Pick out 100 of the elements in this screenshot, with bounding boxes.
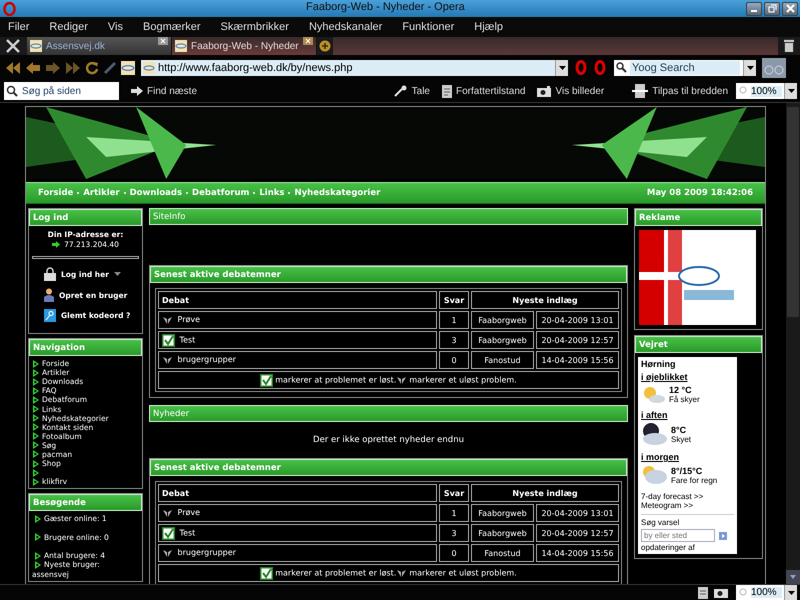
- close-icon[interactable]: [303, 37, 313, 45]
- table-cell: Fanostud: [471, 351, 534, 369]
- table-cell: Faaborgweb: [471, 524, 534, 542]
- arrow-icon: [52, 241, 60, 248]
- menu-item[interactable]: Bogmærker: [143, 21, 200, 33]
- scroll-down-icon[interactable]: [786, 570, 800, 584]
- checkmark-icon: [260, 374, 274, 386]
- menu-item[interactable]: Skærmbrikker: [220, 21, 289, 33]
- weather-description: Skyet: [671, 434, 692, 444]
- temperature: 8°C: [671, 424, 688, 434]
- topic-cell[interactable]: brugergrupper: [158, 544, 437, 562]
- search-icon: [6, 85, 18, 97]
- go-icon[interactable]: [719, 532, 727, 540]
- restore-icon: [768, 4, 776, 13]
- topic-cell[interactable]: Prøve: [158, 311, 437, 329]
- forward-icon[interactable]: [45, 60, 61, 74]
- reload-icon[interactable]: [85, 60, 99, 74]
- legend-text: markerer at problemet er løst.: [275, 375, 396, 384]
- caret-icon: [114, 272, 121, 276]
- table-cell: 14-04-2009 15:56: [536, 544, 619, 562]
- fit-width-icon: [632, 84, 648, 98]
- wand-icon[interactable]: [103, 60, 117, 74]
- menu-item[interactable]: Nyhedskanaler: [308, 21, 382, 33]
- browser-tab[interactable]: Faaborg-Web - Nyheder: [172, 37, 317, 55]
- browser-tab[interactable]: Assensvej.dk: [27, 37, 172, 55]
- favicon-icon: [30, 40, 42, 52]
- table-cell: 3: [439, 524, 469, 542]
- panel-header: SiteInfo: [149, 208, 628, 225]
- table-cell: 0: [439, 544, 469, 562]
- table-cell: 14-04-2009 15:56: [536, 351, 619, 369]
- toolbar-button[interactable]: Vis billeder: [531, 86, 610, 96]
- search-field[interactable]: Yoog Search: [614, 60, 756, 76]
- temperature: 12 °C: [669, 384, 693, 394]
- favicon-icon: [175, 40, 187, 52]
- minimize-button[interactable]: [746, 2, 762, 16]
- panel-header: Navigation: [29, 339, 142, 356]
- menu-item[interactable]: Vis: [108, 21, 124, 33]
- sun-cloud-icon: [641, 464, 667, 486]
- topic-cell[interactable]: Test: [158, 524, 437, 542]
- column-header: Debat: [158, 484, 437, 502]
- menu-item[interactable]: Rediger: [49, 21, 88, 33]
- tools-icon[interactable]: [5, 38, 21, 54]
- glasses-icon[interactable]: [762, 58, 786, 78]
- table-cell: 20-04-2009 13:01: [536, 504, 619, 522]
- arrow-icon: [131, 86, 143, 96]
- table-cell: 1: [439, 311, 469, 329]
- caret-icon[interactable]: [558, 66, 566, 70]
- user-icon: [44, 288, 54, 302]
- menu-item[interactable]: Hjælp: [474, 21, 504, 33]
- add-tab-icon[interactable]: [319, 40, 331, 52]
- rewind-icon[interactable]: [5, 60, 21, 74]
- table-cell: Fanostud: [471, 544, 534, 562]
- forecast-link[interactable]: Meteogram >>: [641, 501, 734, 510]
- topic-cell[interactable]: Test: [158, 331, 437, 349]
- table-cell: 3: [439, 331, 469, 349]
- find-next-button[interactable]: Find næste: [125, 86, 204, 96]
- topic-cell[interactable]: Prøve: [158, 504, 437, 522]
- panel-header: Log ind: [29, 209, 142, 226]
- topic-cell[interactable]: brugergrupper: [158, 351, 437, 369]
- camera-icon[interactable]: [714, 587, 728, 598]
- magnifier-icon: [739, 86, 749, 96]
- checkmark-icon: [260, 566, 274, 580]
- toolbar-button[interactable]: Forfattertilstand: [436, 84, 532, 98]
- fast-forward-icon[interactable]: [65, 60, 81, 74]
- toolbar-button[interactable]: Tale: [388, 85, 436, 97]
- zoom-field[interactable]: 100%: [736, 83, 797, 99]
- trash-icon[interactable]: [784, 39, 794, 52]
- o-logo-icon[interactable]: [575, 60, 587, 75]
- menu-item[interactable]: Funktioner: [402, 21, 454, 33]
- find-field[interactable]: Søg på siden: [4, 82, 119, 100]
- document-icon[interactable]: [698, 586, 708, 598]
- panel-header: Reklame: [635, 209, 762, 226]
- forecast-link[interactable]: 7-day forecast >>: [641, 492, 734, 501]
- key-icon: [44, 309, 56, 322]
- restore-button[interactable]: [764, 2, 780, 16]
- period-label: i øjeblikket: [641, 372, 689, 382]
- site-icon: [121, 60, 135, 74]
- caret-icon[interactable]: [788, 590, 794, 594]
- zoom-field[interactable]: 100%: [736, 584, 797, 600]
- scrollbar-thumb[interactable]: [787, 107, 799, 317]
- temperature: 8°/15°C: [671, 466, 704, 476]
- close-button[interactable]: [782, 2, 798, 16]
- scrollbar[interactable]: [786, 103, 800, 584]
- microphone-icon: [394, 85, 408, 97]
- table-cell: Faaborgweb: [471, 504, 534, 522]
- lock-icon: [44, 267, 56, 281]
- close-icon[interactable]: [158, 37, 168, 45]
- toolbar-button[interactable]: Tilpas til bredden: [626, 84, 734, 98]
- table-cell: 1: [439, 504, 469, 522]
- window-title: Faaborg-Web - Nyheder - Opera: [306, 1, 465, 13]
- place-search-field[interactable]: by eller sted: [641, 529, 715, 542]
- document-icon: [442, 84, 452, 98]
- caret-icon[interactable]: [788, 89, 794, 93]
- back-icon[interactable]: [25, 60, 41, 74]
- period-label: i morgen: [641, 452, 680, 462]
- search-icon: [616, 62, 627, 73]
- caret-icon[interactable]: [746, 66, 754, 70]
- o-logo-icon[interactable]: [594, 60, 606, 75]
- address-field[interactable]: http://www.faaborg-web.dk/by/news.php: [141, 60, 568, 76]
- menu-item[interactable]: Filer: [8, 21, 30, 33]
